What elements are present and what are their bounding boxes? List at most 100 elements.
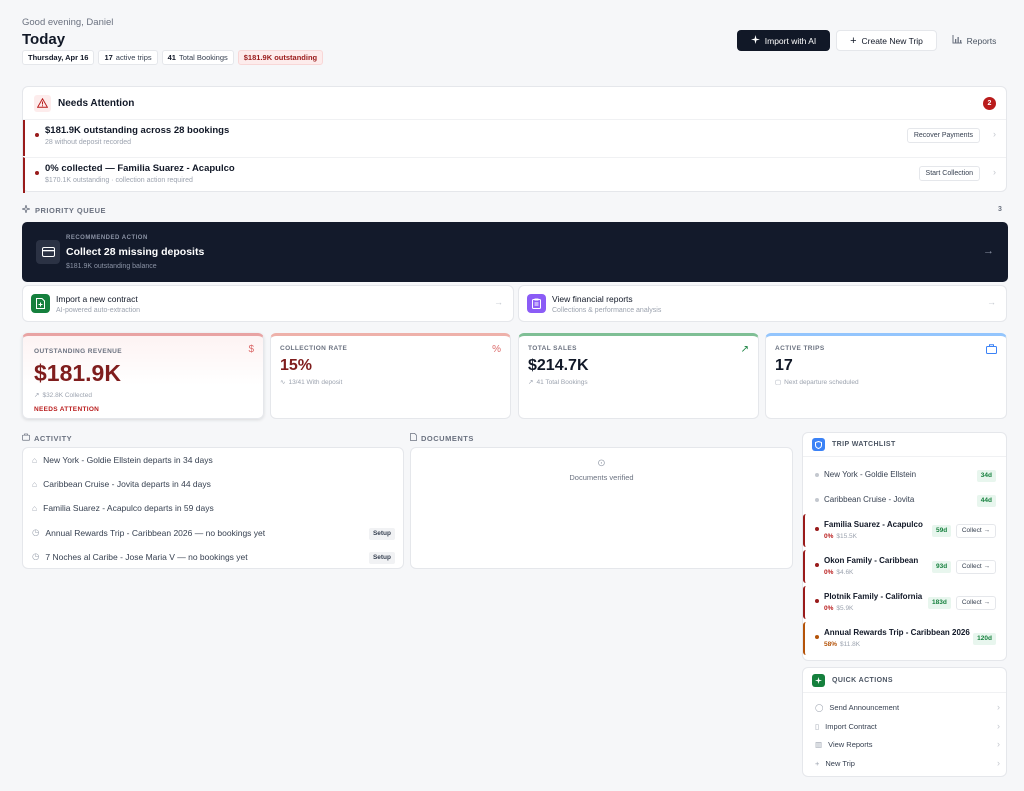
collect-button[interactable]: Collect →: [955, 560, 996, 574]
priority-queue-text: PRIORITY QUEUE: [35, 205, 107, 215]
list-item[interactable]: ⌂ New York - Goldie Ellstein departs in 3…: [32, 455, 213, 465]
activity-label-text: ACTIVITY: [34, 433, 73, 443]
days-badge: 44d: [976, 495, 996, 507]
attention-row[interactable]: 0% collected — Familia Suarez - Acapulco…: [23, 157, 1006, 193]
pct-value: 0%: [824, 605, 834, 612]
arrow-right-icon: →: [494, 297, 503, 307]
watchlist-row[interactable]: New York - Goldie Ellstein 34d: [803, 463, 1006, 487]
recover-payments-button[interactable]: Recover Payments: [906, 128, 980, 143]
collected-pct: 0% $5.9K: [824, 605, 853, 612]
days-badge: 59d: [932, 525, 952, 537]
watchlist-trip-name: Annual Rewards Trip - Caribbean 2026: [824, 628, 970, 637]
import-contract-card[interactable]: Import a new contract AI-powered auto-ex…: [22, 285, 514, 322]
clock-icon: ◷: [32, 527, 40, 537]
financial-reports-card[interactable]: View financial reports Collections & per…: [518, 285, 1007, 322]
calendar-icon: ▢: [775, 379, 782, 386]
kpi-label: TOTAL SALES: [528, 345, 577, 352]
kpi-value: 15%: [280, 357, 313, 374]
quick-action-send-announcement[interactable]: ◯ Send Announcement ›: [815, 702, 1000, 712]
status-dot: [815, 527, 819, 531]
priority-queue-count: 3: [998, 206, 1002, 213]
file-plus-icon: [31, 294, 50, 313]
create-new-trip-label: Create New Trip: [861, 35, 923, 46]
kpi-label: COLLECTION RATE: [280, 345, 348, 352]
quick-action-import-contract[interactable]: ▯ Import Contract ›: [815, 721, 1000, 731]
import-with-ai-label: Import with AI: [764, 35, 817, 46]
documents-label: DOCUMENTS: [410, 433, 474, 443]
list-item[interactable]: ⌂ Familia Suarez - Acapulco departs in 59…: [32, 503, 214, 513]
amount: $15.5K: [836, 533, 858, 540]
attention-headline: $181.9K outstanding across 28 bookings: [45, 125, 230, 136]
kpi-sub: ∿ 13/41 With deposit: [280, 378, 343, 387]
list-item[interactable]: ⌂ Caribbean Cruise - Jovita departs in 44…: [32, 479, 211, 489]
kpi-collection-rate[interactable]: COLLECTION RATE % 15% ∿ 13/41 With deposi…: [270, 333, 511, 419]
kpi-label: OUTSTANDING REVENUE: [34, 348, 123, 355]
message-icon: ◯: [815, 702, 824, 712]
needs-attention-header: Needs Attention: [23, 87, 1006, 120]
kpi-active-trips[interactable]: ACTIVE TRIPS 17 ▢ Next departure schedule…: [765, 333, 1007, 419]
bar-chart-icon: [952, 35, 962, 46]
watchlist-header: TRIP WATCHLIST: [803, 433, 1006, 457]
reports-button[interactable]: Reports: [944, 30, 1004, 51]
create-new-trip-button[interactable]: + Create New Trip: [836, 30, 937, 51]
quick-action-view-reports[interactable]: ▥ View Reports ›: [815, 739, 1000, 749]
documents-card: ⊙ Documents verified: [410, 447, 793, 569]
watchlist-row[interactable]: Familia Suarez - Acapulco 0% $15.5K 59d C…: [803, 514, 1006, 547]
status-dot: [815, 563, 819, 567]
bookings-label: Total Bookings: [178, 53, 228, 62]
needs-attention-card: Needs Attention 2 $181.9K outstanding ac…: [22, 86, 1007, 193]
recommended-headline: Collect 28 missing deposits: [66, 246, 205, 258]
kpi-sub: ↗ $32.8K Collected: [34, 391, 92, 400]
page-title: Today: [22, 31, 66, 48]
chevron-right-icon: ›: [997, 721, 1000, 731]
quick-action-label: View Reports: [828, 739, 873, 749]
import-contract-headline: Import a new contract: [56, 294, 138, 304]
kpi-sub-text: 13/41 With deposit: [288, 378, 343, 386]
quick-actions-header: QUICK ACTIONS: [803, 668, 1006, 693]
days-badge: 93d: [932, 561, 952, 573]
arrow-right-icon: →: [987, 297, 996, 307]
watchlist-row[interactable]: Plotnik Family - California 0% $5.9K 183d…: [803, 586, 1006, 619]
activity-item-text: New York - Goldie Ellstein departs in 34…: [43, 455, 213, 465]
setup-badge[interactable]: Setup: [368, 552, 395, 564]
briefcase-icon: [22, 433, 30, 443]
amount: $11.8K: [840, 641, 861, 648]
list-item[interactable]: ◷ Annual Rewards Trip - Caribbean 2026 — …: [32, 527, 265, 538]
chevron-right-icon: ›: [993, 167, 996, 177]
start-collection-button[interactable]: Start Collection: [918, 166, 980, 181]
sparkle-icon: [750, 35, 760, 46]
list-item[interactable]: ◷ 7 Noches al Caribe - Jose Maria V — no …: [32, 551, 248, 562]
setup-badge[interactable]: Setup: [368, 528, 395, 540]
collect-button[interactable]: Collect →: [955, 596, 996, 610]
briefcase-icon: [986, 344, 997, 357]
attention-row[interactable]: $181.9K outstanding across 28 bookings 2…: [23, 120, 1006, 156]
import-with-ai-button[interactable]: Import with AI: [737, 30, 830, 51]
watchlist-row[interactable]: Annual Rewards Trip - Caribbean 2026 58%…: [803, 622, 1006, 655]
trend-up-icon: ↗: [740, 344, 749, 355]
watchlist-row[interactable]: Caribbean Cruise - Jovita 44d: [803, 488, 1006, 512]
kpi-total-sales[interactable]: TOTAL SALES ↗ $214.7K ↗ 41 Total Bookings: [518, 333, 759, 419]
days-badge: 120d: [973, 633, 996, 645]
pct-value: 0%: [824, 533, 834, 540]
watchlist-row[interactable]: Okon Family - Caribbean 0% $4.6K 93d Coll…: [803, 550, 1006, 583]
watchlist-title: TRIP WATCHLIST: [832, 441, 896, 448]
attention-sub: $170.1K outstanding · collection action …: [45, 177, 193, 184]
recommended-action-card[interactable]: RECOMMENDED ACTION Collect 28 missing de…: [22, 222, 1008, 282]
reports-label: Reports: [966, 35, 997, 46]
activity-icon: ∿: [280, 379, 286, 386]
quick-action-new-trip[interactable]: + New Trip ›: [815, 758, 1000, 768]
documents-label-text: DOCUMENTS: [421, 433, 474, 443]
kpi-value: $181.9K: [34, 360, 121, 386]
collected-pct: 0% $15.5K: [824, 533, 857, 540]
briefcase-icon: ⌂: [32, 479, 38, 489]
attention-sub: 28 without deposit recorded: [45, 139, 131, 146]
warning-icon: [34, 94, 51, 112]
chevron-right-icon: ›: [997, 739, 1000, 749]
collect-button[interactable]: Collect →: [955, 524, 996, 538]
kpi-sub: ↗ 41 Total Bookings: [528, 378, 588, 387]
recommended-kicker: RECOMMENDED ACTION: [66, 235, 148, 241]
kpi-sub: ▢ Next departure scheduled: [775, 378, 859, 387]
watchlist-trip-name: Plotnik Family - California: [824, 592, 923, 601]
kpi-outstanding-revenue[interactable]: OUTSTANDING REVENUE $ $181.9K ↗ $32.8K Co…: [22, 333, 264, 419]
sparkle-icon: [21, 204, 31, 215]
